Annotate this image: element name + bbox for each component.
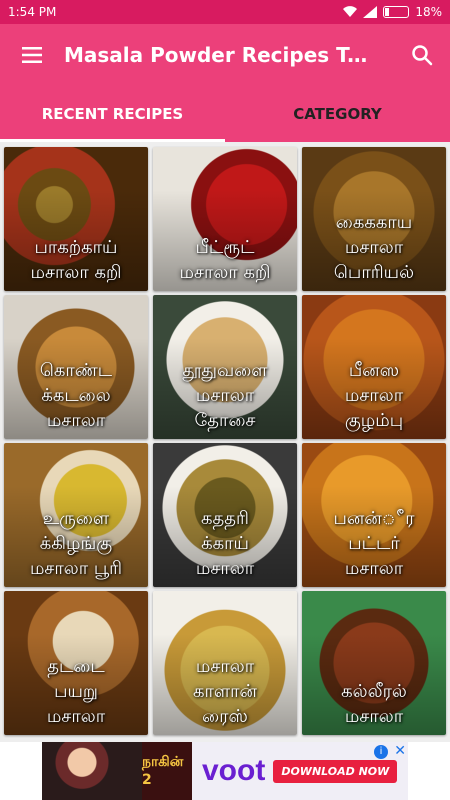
ad-close-icon[interactable]: ✕ xyxy=(394,743,406,759)
wifi-icon xyxy=(343,6,358,18)
ad-brand-logo: voot xyxy=(202,754,266,787)
recipe-card[interactable]: உருளை க்கிழங்கு மசாலா பூரி xyxy=(4,443,148,587)
ad-info-icon[interactable]: i xyxy=(374,745,388,759)
signal-icon xyxy=(363,6,378,18)
recipe-title: பீட்ரூட் மசாலா கறி xyxy=(179,237,271,283)
recipe-card[interactable]: தூதுவளை மசாலா தோசை xyxy=(153,295,297,439)
recipe-card[interactable]: தடடை பயறு மசாலா xyxy=(4,591,148,735)
search-icon xyxy=(412,45,433,66)
status-icons: 18% xyxy=(343,5,442,19)
ad-banner[interactable]: நாகின் 2 voot DOWNLOAD NOW i ✕ xyxy=(0,742,450,800)
recipe-card[interactable]: பனன்ீர பட்டர் மசாலா xyxy=(302,443,446,587)
status-time: 1:54 PM xyxy=(8,5,57,19)
recipe-title: கைககாய மசாலா பொரியல் xyxy=(333,212,415,283)
ad-show-title: நாகின் 2 xyxy=(142,742,192,800)
app-bar: Masala Powder Recipes Ta... xyxy=(0,24,450,86)
recipe-title: தடடை பயறு மசாலா xyxy=(46,656,106,727)
recipe-card[interactable]: மசாலா காளான் ரைஸ் xyxy=(153,591,297,735)
recipe-title: மசாலா காளான் ரைஸ் xyxy=(192,656,258,727)
ad-download-button[interactable]: DOWNLOAD NOW xyxy=(273,759,398,783)
recipe-title: பாகற்காய் மசாலா கறி xyxy=(30,237,122,283)
recipe-title: கொண்ட க்கடலை மசாலா xyxy=(39,360,113,431)
tab-recent-recipes[interactable]: RECENT RECIPES xyxy=(0,86,225,142)
tab-category[interactable]: CATEGORY xyxy=(225,86,450,142)
recipe-card[interactable]: கொண்ட க்கடலை மசாலா xyxy=(4,295,148,439)
recipe-card[interactable]: பாகற்காய் மசாலா கறி xyxy=(4,147,148,291)
recipe-card[interactable]: கல்லீரல் மசாலா xyxy=(302,591,446,735)
recipe-title: பீனஸ மசாலா குழம்பு xyxy=(344,360,404,431)
recipe-grid: பாகற்காய் மசாலா கறி பீட்ரூட் மசாலா கறி க… xyxy=(0,142,450,742)
recipe-title: கததரி க்காய் மசாலா xyxy=(195,508,255,579)
ad-image xyxy=(42,742,142,800)
search-button[interactable] xyxy=(394,24,450,86)
battery-percent: 18% xyxy=(415,5,442,19)
recipe-title: கல்லீரல் மசாலா xyxy=(341,681,407,727)
menu-button[interactable] xyxy=(0,24,64,86)
recipe-card[interactable]: பீனஸ மசாலா குழம்பு xyxy=(302,295,446,439)
status-bar: 1:54 PM 18% xyxy=(0,0,450,24)
battery-icon xyxy=(383,6,410,18)
recipe-card[interactable]: கைககாய மசாலா பொரியல் xyxy=(302,147,446,291)
hamburger-menu-icon xyxy=(22,47,42,63)
recipe-title: உருளை க்கிழங்கு மசாலா பூரி xyxy=(29,508,123,579)
recipe-card[interactable]: கததரி க்காய் மசாலா xyxy=(153,443,297,587)
recipe-card[interactable]: பீட்ரூட் மசாலா கறி xyxy=(153,147,297,291)
ad-content[interactable]: நாகின் 2 voot DOWNLOAD NOW i ✕ xyxy=(42,742,408,800)
page-title: Masala Powder Recipes Ta... xyxy=(64,43,384,67)
recipe-title: தூதுவளை மசாலா தோசை xyxy=(182,360,268,431)
recipe-title: பனன்ீர பட்டர் மசாலா xyxy=(333,508,415,579)
tab-bar: RECENT RECIPES CATEGORY xyxy=(0,86,450,142)
